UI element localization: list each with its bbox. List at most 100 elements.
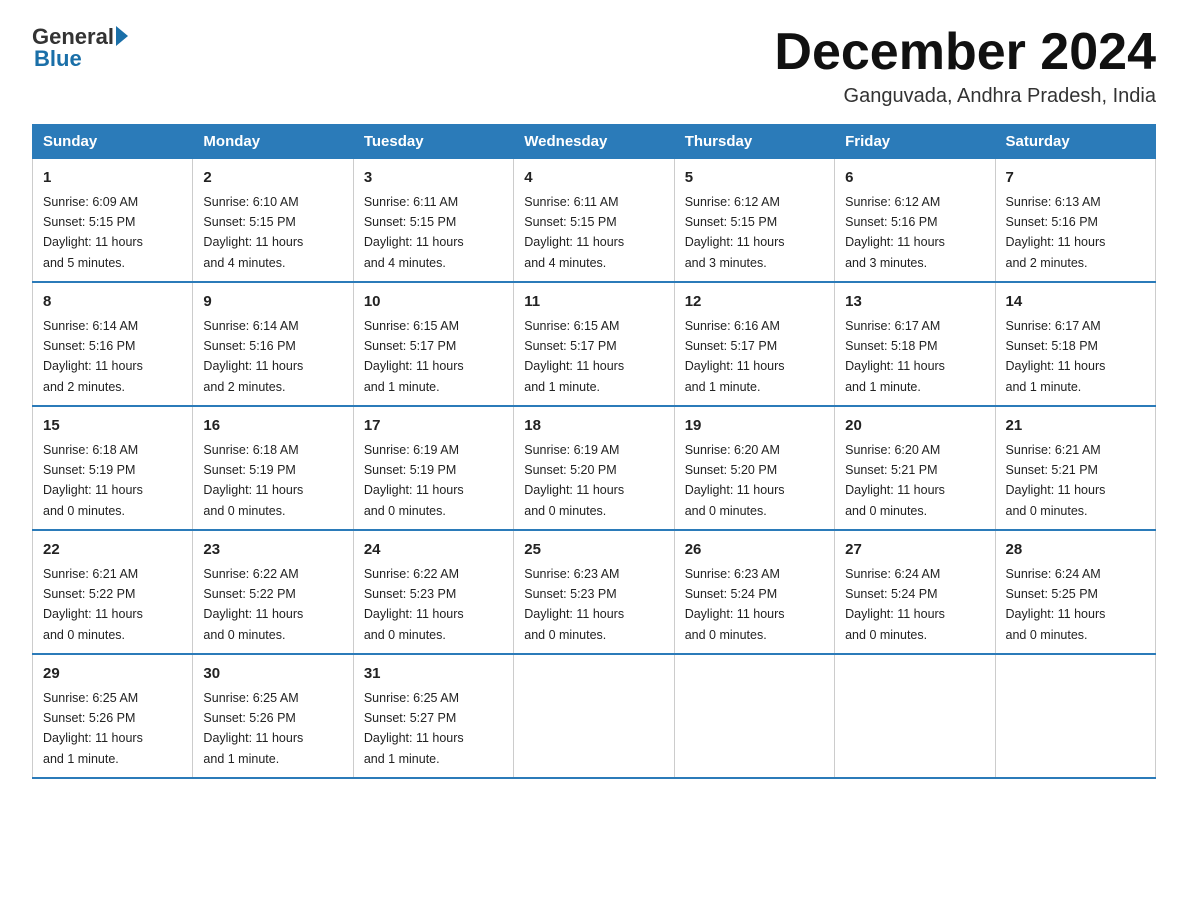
calendar-cell: 26 Sunrise: 6:23 AMSunset: 5:24 PMDaylig… — [674, 530, 834, 654]
day-info: Sunrise: 6:09 AMSunset: 5:15 PMDaylight:… — [43, 195, 143, 270]
day-info: Sunrise: 6:11 AMSunset: 5:15 PMDaylight:… — [364, 195, 464, 270]
calendar-cell: 8 Sunrise: 6:14 AMSunset: 5:16 PMDayligh… — [33, 282, 193, 406]
day-info: Sunrise: 6:13 AMSunset: 5:16 PMDaylight:… — [1006, 195, 1106, 270]
day-info: Sunrise: 6:24 AMSunset: 5:25 PMDaylight:… — [1006, 567, 1106, 642]
day-number: 17 — [364, 415, 503, 438]
day-info: Sunrise: 6:25 AMSunset: 5:27 PMDaylight:… — [364, 691, 464, 766]
calendar-cell: 6 Sunrise: 6:12 AMSunset: 5:16 PMDayligh… — [835, 159, 995, 283]
day-number: 11 — [524, 291, 663, 314]
calendar-cell: 2 Sunrise: 6:10 AMSunset: 5:15 PMDayligh… — [193, 159, 353, 283]
calendar-cell: 14 Sunrise: 6:17 AMSunset: 5:18 PMDaylig… — [995, 282, 1155, 406]
calendar-cell: 7 Sunrise: 6:13 AMSunset: 5:16 PMDayligh… — [995, 159, 1155, 283]
day-number: 14 — [1006, 291, 1145, 314]
calendar-cell: 30 Sunrise: 6:25 AMSunset: 5:26 PMDaylig… — [193, 654, 353, 778]
logo: General Blue — [32, 24, 128, 72]
calendar-cell: 5 Sunrise: 6:12 AMSunset: 5:15 PMDayligh… — [674, 159, 834, 283]
calendar-cell: 15 Sunrise: 6:18 AMSunset: 5:19 PMDaylig… — [33, 406, 193, 530]
calendar-cell: 22 Sunrise: 6:21 AMSunset: 5:22 PMDaylig… — [33, 530, 193, 654]
day-info: Sunrise: 6:18 AMSunset: 5:19 PMDaylight:… — [203, 443, 303, 518]
month-title: December 2024 — [774, 24, 1156, 81]
day-info: Sunrise: 6:21 AMSunset: 5:21 PMDaylight:… — [1006, 443, 1106, 518]
day-info: Sunrise: 6:14 AMSunset: 5:16 PMDaylight:… — [203, 319, 303, 394]
calendar-cell: 25 Sunrise: 6:23 AMSunset: 5:23 PMDaylig… — [514, 530, 674, 654]
calendar-cell — [835, 654, 995, 778]
calendar-cell — [995, 654, 1155, 778]
day-number: 31 — [364, 663, 503, 686]
header-monday: Monday — [193, 125, 353, 159]
calendar-cell: 31 Sunrise: 6:25 AMSunset: 5:27 PMDaylig… — [353, 654, 513, 778]
calendar-cell: 16 Sunrise: 6:18 AMSunset: 5:19 PMDaylig… — [193, 406, 353, 530]
day-of-week-row: Sunday Monday Tuesday Wednesday Thursday… — [33, 125, 1156, 159]
day-number: 30 — [203, 663, 342, 686]
calendar-week-row: 22 Sunrise: 6:21 AMSunset: 5:22 PMDaylig… — [33, 530, 1156, 654]
day-info: Sunrise: 6:17 AMSunset: 5:18 PMDaylight:… — [845, 319, 945, 394]
day-number: 29 — [43, 663, 182, 686]
day-number: 10 — [364, 291, 503, 314]
location-subtitle: Ganguvada, Andhra Pradesh, India — [774, 85, 1156, 108]
day-number: 13 — [845, 291, 984, 314]
day-info: Sunrise: 6:25 AMSunset: 5:26 PMDaylight:… — [203, 691, 303, 766]
day-info: Sunrise: 6:18 AMSunset: 5:19 PMDaylight:… — [43, 443, 143, 518]
day-number: 15 — [43, 415, 182, 438]
day-number: 3 — [364, 167, 503, 190]
day-number: 24 — [364, 539, 503, 562]
day-number: 8 — [43, 291, 182, 314]
calendar-cell: 27 Sunrise: 6:24 AMSunset: 5:24 PMDaylig… — [835, 530, 995, 654]
day-number: 20 — [845, 415, 984, 438]
calendar-cell: 29 Sunrise: 6:25 AMSunset: 5:26 PMDaylig… — [33, 654, 193, 778]
day-number: 18 — [524, 415, 663, 438]
day-number: 23 — [203, 539, 342, 562]
header-friday: Friday — [835, 125, 995, 159]
calendar-week-row: 1 Sunrise: 6:09 AMSunset: 5:15 PMDayligh… — [33, 159, 1156, 283]
day-info: Sunrise: 6:25 AMSunset: 5:26 PMDaylight:… — [43, 691, 143, 766]
day-number: 21 — [1006, 415, 1145, 438]
day-number: 26 — [685, 539, 824, 562]
calendar-cell: 24 Sunrise: 6:22 AMSunset: 5:23 PMDaylig… — [353, 530, 513, 654]
calendar-table: Sunday Monday Tuesday Wednesday Thursday… — [32, 124, 1156, 779]
day-info: Sunrise: 6:11 AMSunset: 5:15 PMDaylight:… — [524, 195, 624, 270]
calendar-cell: 19 Sunrise: 6:20 AMSunset: 5:20 PMDaylig… — [674, 406, 834, 530]
day-info: Sunrise: 6:24 AMSunset: 5:24 PMDaylight:… — [845, 567, 945, 642]
day-info: Sunrise: 6:17 AMSunset: 5:18 PMDaylight:… — [1006, 319, 1106, 394]
calendar-cell: 3 Sunrise: 6:11 AMSunset: 5:15 PMDayligh… — [353, 159, 513, 283]
calendar-cell: 18 Sunrise: 6:19 AMSunset: 5:20 PMDaylig… — [514, 406, 674, 530]
day-number: 4 — [524, 167, 663, 190]
day-info: Sunrise: 6:16 AMSunset: 5:17 PMDaylight:… — [685, 319, 785, 394]
header-tuesday: Tuesday — [353, 125, 513, 159]
day-info: Sunrise: 6:14 AMSunset: 5:16 PMDaylight:… — [43, 319, 143, 394]
calendar-cell: 17 Sunrise: 6:19 AMSunset: 5:19 PMDaylig… — [353, 406, 513, 530]
calendar-cell: 21 Sunrise: 6:21 AMSunset: 5:21 PMDaylig… — [995, 406, 1155, 530]
day-info: Sunrise: 6:15 AMSunset: 5:17 PMDaylight:… — [364, 319, 464, 394]
day-number: 16 — [203, 415, 342, 438]
day-number: 25 — [524, 539, 663, 562]
day-info: Sunrise: 6:23 AMSunset: 5:23 PMDaylight:… — [524, 567, 624, 642]
calendar-header: Sunday Monday Tuesday Wednesday Thursday… — [33, 125, 1156, 159]
day-info: Sunrise: 6:21 AMSunset: 5:22 PMDaylight:… — [43, 567, 143, 642]
calendar-cell: 28 Sunrise: 6:24 AMSunset: 5:25 PMDaylig… — [995, 530, 1155, 654]
calendar-cell: 10 Sunrise: 6:15 AMSunset: 5:17 PMDaylig… — [353, 282, 513, 406]
header-wednesday: Wednesday — [514, 125, 674, 159]
calendar-cell: 9 Sunrise: 6:14 AMSunset: 5:16 PMDayligh… — [193, 282, 353, 406]
day-number: 12 — [685, 291, 824, 314]
calendar-cell: 20 Sunrise: 6:20 AMSunset: 5:21 PMDaylig… — [835, 406, 995, 530]
calendar-cell: 1 Sunrise: 6:09 AMSunset: 5:15 PMDayligh… — [33, 159, 193, 283]
day-number: 22 — [43, 539, 182, 562]
day-info: Sunrise: 6:12 AMSunset: 5:15 PMDaylight:… — [685, 195, 785, 270]
header-saturday: Saturday — [995, 125, 1155, 159]
calendar-cell — [514, 654, 674, 778]
calendar-week-row: 29 Sunrise: 6:25 AMSunset: 5:26 PMDaylig… — [33, 654, 1156, 778]
day-info: Sunrise: 6:10 AMSunset: 5:15 PMDaylight:… — [203, 195, 303, 270]
logo-arrow-icon — [116, 26, 128, 46]
logo-blue-text: Blue — [34, 46, 82, 72]
header-thursday: Thursday — [674, 125, 834, 159]
title-block: December 2024 Ganguvada, Andhra Pradesh,… — [774, 24, 1156, 108]
day-number: 2 — [203, 167, 342, 190]
day-info: Sunrise: 6:12 AMSunset: 5:16 PMDaylight:… — [845, 195, 945, 270]
calendar-week-row: 8 Sunrise: 6:14 AMSunset: 5:16 PMDayligh… — [33, 282, 1156, 406]
day-number: 27 — [845, 539, 984, 562]
day-info: Sunrise: 6:15 AMSunset: 5:17 PMDaylight:… — [524, 319, 624, 394]
day-info: Sunrise: 6:19 AMSunset: 5:20 PMDaylight:… — [524, 443, 624, 518]
day-info: Sunrise: 6:20 AMSunset: 5:20 PMDaylight:… — [685, 443, 785, 518]
day-number: 6 — [845, 167, 984, 190]
calendar-body: 1 Sunrise: 6:09 AMSunset: 5:15 PMDayligh… — [33, 159, 1156, 779]
